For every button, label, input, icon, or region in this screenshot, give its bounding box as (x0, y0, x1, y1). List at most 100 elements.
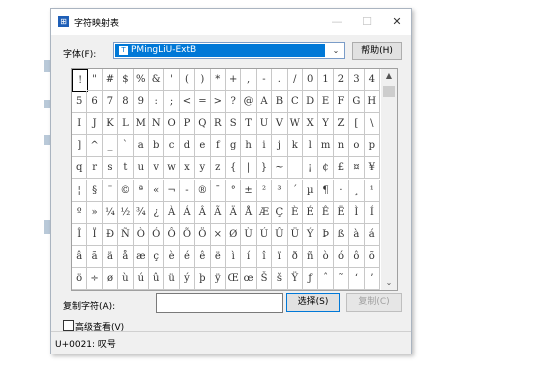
char-cell[interactable]: Ê (318, 201, 334, 224)
char-cell[interactable]: j (272, 135, 288, 158)
char-cell[interactable]: _ (102, 135, 119, 158)
char-cell[interactable]: ³ (272, 179, 288, 202)
char-cell[interactable]: Ü (287, 223, 303, 246)
char-cell[interactable]: Y (318, 113, 334, 136)
char-cell[interactable]: A (256, 91, 273, 114)
char-cell[interactable]: Í (364, 201, 380, 224)
char-cell[interactable]: , (241, 69, 257, 92)
copy-characters-input[interactable] (156, 293, 283, 313)
char-cell[interactable]: » (87, 201, 103, 224)
char-cell[interactable]: ¨ (102, 179, 119, 202)
copy-button[interactable]: 复制(C) (346, 293, 402, 312)
char-cell[interactable]: ° (226, 179, 242, 202)
char-cell[interactable]: ¿ (149, 201, 165, 224)
char-cell[interactable]: ½ (118, 201, 134, 224)
char-cell[interactable]: r (87, 157, 103, 180)
char-cell[interactable]: á (364, 223, 380, 246)
char-cell[interactable]: 3 (349, 69, 365, 92)
char-cell[interactable]: ƒ (303, 267, 319, 290)
char-cell[interactable]: $ (118, 69, 134, 92)
char-cell[interactable]: ¤ (349, 157, 365, 180)
char-cell[interactable]: 6 (87, 91, 103, 114)
char-cell[interactable]: u (133, 157, 149, 180)
char-cell[interactable]: ˜ (333, 267, 350, 290)
char-cell[interactable]: P (179, 113, 196, 136)
char-cell[interactable]: 1 (318, 69, 334, 92)
char-cell[interactable]: ú (133, 267, 149, 290)
char-cell[interactable]: Ô (164, 223, 180, 246)
scroll-thumb[interactable] (383, 86, 395, 97)
char-cell[interactable]: ÷ (87, 267, 103, 290)
char-cell[interactable]: J (87, 113, 103, 136)
char-cell[interactable]: § (87, 179, 103, 202)
char-cell[interactable]: % (133, 69, 149, 92)
char-cell[interactable]: S (226, 113, 242, 136)
char-cell[interactable]: ^ (87, 135, 103, 158)
close-button[interactable]: ✕ (383, 9, 411, 35)
char-cell[interactable]: ; (164, 91, 180, 114)
char-cell[interactable]: í (241, 245, 257, 268)
char-cell[interactable]: à (349, 223, 365, 246)
char-cell[interactable]: ó (333, 245, 350, 268)
char-cell[interactable]: ’ (364, 267, 380, 290)
char-cell[interactable]: s (102, 157, 119, 180)
char-cell[interactable]: G (349, 91, 365, 114)
char-cell[interactable]: Á (179, 201, 196, 224)
char-cell[interactable]: Î (72, 223, 88, 246)
char-cell[interactable]: " (87, 69, 103, 92)
char-cell[interactable]: Þ (318, 223, 334, 246)
char-cell[interactable]: h (241, 135, 257, 158)
char-cell[interactable]: < (179, 91, 196, 114)
char-cell[interactable]: 2 (333, 69, 350, 92)
char-cell[interactable]: ù (118, 267, 134, 290)
char-cell[interactable]: * (210, 69, 226, 92)
char-cell[interactable]: ` (118, 135, 134, 158)
char-cell[interactable]: l (303, 135, 319, 158)
char-cell[interactable]: £ (333, 157, 350, 180)
char-cell[interactable]: I (72, 113, 88, 136)
char-cell[interactable]: . (272, 69, 288, 92)
char-cell[interactable]: n (333, 135, 350, 158)
char-cell[interactable]: > (210, 91, 226, 114)
char-cell[interactable]: q (72, 157, 88, 180)
char-cell[interactable]: ø (102, 267, 119, 290)
char-cell[interactable]: ] (72, 135, 88, 158)
char-cell[interactable]: « (149, 179, 165, 202)
char-cell[interactable]: š (272, 267, 288, 290)
char-cell[interactable]: Ë (333, 201, 350, 224)
char-cell[interactable]: t (118, 157, 134, 180)
char-cell[interactable]: ² (256, 179, 273, 202)
char-cell[interactable]: U (256, 113, 273, 136)
char-cell[interactable]: ç (149, 245, 165, 268)
char-cell[interactable]: ñ (303, 245, 319, 268)
char-cell[interactable]: Ì (349, 201, 365, 224)
char-cell[interactable]: X (303, 113, 319, 136)
char-cell[interactable]: | (241, 157, 257, 180)
char-cell[interactable]: ¬ (164, 179, 180, 202)
char-cell[interactable]: Ä (226, 201, 242, 224)
char-cell[interactable]: þ (195, 267, 211, 290)
char-cell[interactable]: º (72, 201, 88, 224)
char-cell[interactable]: } (256, 157, 273, 180)
char-cell[interactable]: ± (241, 179, 257, 202)
char-cell[interactable]: œ (241, 267, 257, 290)
char-cell[interactable]: Z (333, 113, 350, 136)
char-cell[interactable]: 9 (133, 91, 149, 114)
char-cell[interactable]: T (241, 113, 257, 136)
char-cell[interactable]: ¸ (349, 179, 365, 202)
char-cell[interactable]: = (195, 91, 211, 114)
scroll-up-icon[interactable]: ▲ (381, 69, 397, 83)
char-cell[interactable]: C (287, 91, 303, 114)
char-cell[interactable]: M (133, 113, 149, 136)
char-cell[interactable]: ¶ (318, 179, 334, 202)
char-cell[interactable]: Û (272, 223, 288, 246)
select-button[interactable]: 选择(S) (286, 293, 340, 312)
char-cell[interactable]: Œ (226, 267, 242, 290)
char-cell[interactable]: H (364, 91, 380, 114)
char-cell[interactable]: Ù (241, 223, 257, 246)
char-cell[interactable]: Õ (179, 223, 196, 246)
char-cell[interactable]: y (195, 157, 211, 180)
char-cell[interactable]: Æ (256, 201, 273, 224)
char-cell[interactable]: À (164, 201, 180, 224)
char-cell[interactable]: o (349, 135, 365, 158)
